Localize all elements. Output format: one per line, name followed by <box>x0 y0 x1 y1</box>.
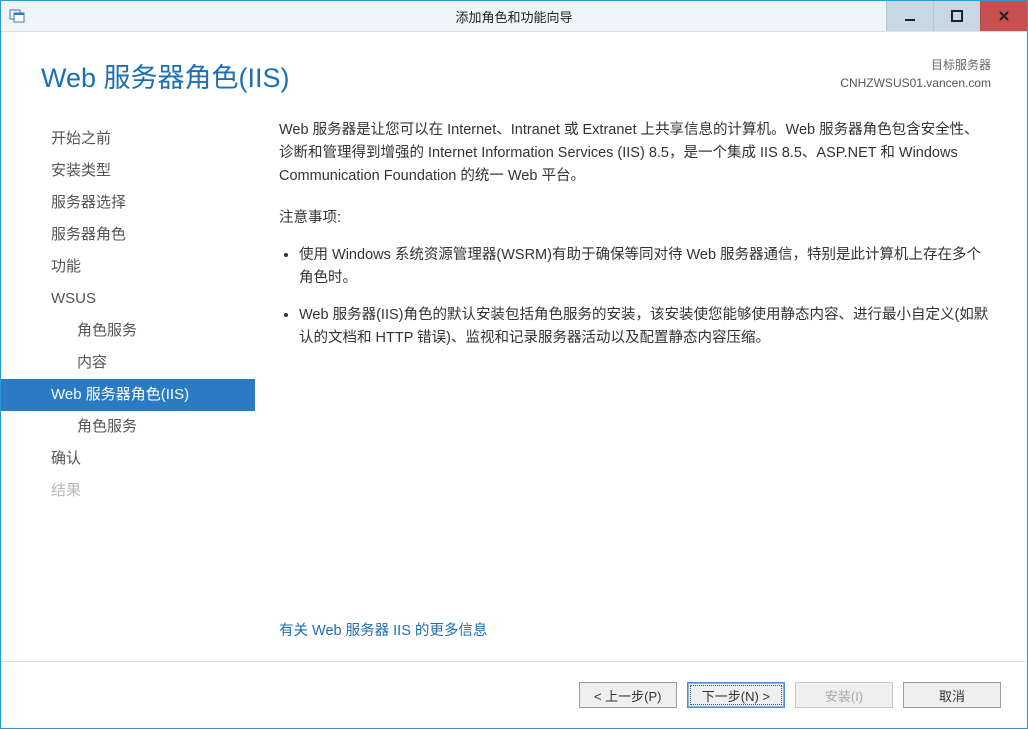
target-server-value: CNHZWSUS01.vancen.com <box>840 74 991 92</box>
sidebar-item-iis-role-services[interactable]: 角色服务 <box>1 411 255 443</box>
sidebar-item-results: 结果 <box>1 475 255 507</box>
wizard-body: Web 服务器角色(IIS) 目标服务器 CNHZWSUS01.vancen.c… <box>1 32 1027 728</box>
more-info-link[interactable]: 有关 Web 服务器 IIS 的更多信息 <box>279 623 487 639</box>
wizard-sidebar: 开始之前 安装类型 服务器选择 服务器角色 功能 WSUS 角色服务 内容 We… <box>1 119 255 661</box>
next-button[interactable]: 下一步(N) > <box>687 682 785 708</box>
target-server-block: 目标服务器 CNHZWSUS01.vancen.com <box>840 56 991 92</box>
wizard-footer: < 上一步(P) 下一步(N) > 安装(I) 取消 <box>1 661 1027 728</box>
wizard-content: Web 服务器是让您可以在 Internet、Intranet 或 Extran… <box>255 119 1027 661</box>
wizard-main: 开始之前 安装类型 服务器选择 服务器角色 功能 WSUS 角色服务 内容 We… <box>1 103 1027 661</box>
sidebar-item-before-you-begin[interactable]: 开始之前 <box>1 123 255 155</box>
intro-paragraph: Web 服务器是让您可以在 Internet、Intranet 或 Extran… <box>279 119 991 189</box>
cancel-button[interactable]: 取消 <box>903 682 1001 708</box>
notice-list: 使用 Windows 系统资源管理器(WSRM)有助于确保等同对待 Web 服务… <box>279 244 991 351</box>
titlebar: 添加角色和功能向导 <box>1 1 1027 32</box>
notice-bullet-2: Web 服务器(IIS)角色的默认安装包括角色服务的安装，该安装使您能够使用静态… <box>299 304 991 350</box>
notice-title: 注意事项: <box>279 207 991 230</box>
install-button: 安装(I) <box>795 682 893 708</box>
sidebar-item-wsus[interactable]: WSUS <box>1 283 255 315</box>
wizard-window: 添加角色和功能向导 Web 服务器角色(IIS) 目标服务器 CNHZWSUS0… <box>0 0 1028 729</box>
sidebar-item-wsus-role-services[interactable]: 角色服务 <box>1 315 255 347</box>
notice-bullet-1: 使用 Windows 系统资源管理器(WSRM)有助于确保等同对待 Web 服务… <box>299 244 991 290</box>
wizard-header: Web 服务器角色(IIS) 目标服务器 CNHZWSUS01.vancen.c… <box>1 32 1027 103</box>
sidebar-item-wsus-content[interactable]: 内容 <box>1 347 255 379</box>
previous-button[interactable]: < 上一步(P) <box>579 682 677 708</box>
target-server-label: 目标服务器 <box>840 56 991 74</box>
sidebar-item-confirmation[interactable]: 确认 <box>1 443 255 475</box>
window-title: 添加角色和功能向导 <box>1 7 1027 26</box>
sidebar-item-web-server-iis[interactable]: Web 服务器角色(IIS) <box>1 379 255 411</box>
sidebar-item-server-roles[interactable]: 服务器角色 <box>1 219 255 251</box>
sidebar-item-install-type[interactable]: 安装类型 <box>1 155 255 187</box>
sidebar-item-server-selection[interactable]: 服务器选择 <box>1 187 255 219</box>
sidebar-item-features[interactable]: 功能 <box>1 251 255 283</box>
page-title: Web 服务器角色(IIS) <box>41 56 840 95</box>
